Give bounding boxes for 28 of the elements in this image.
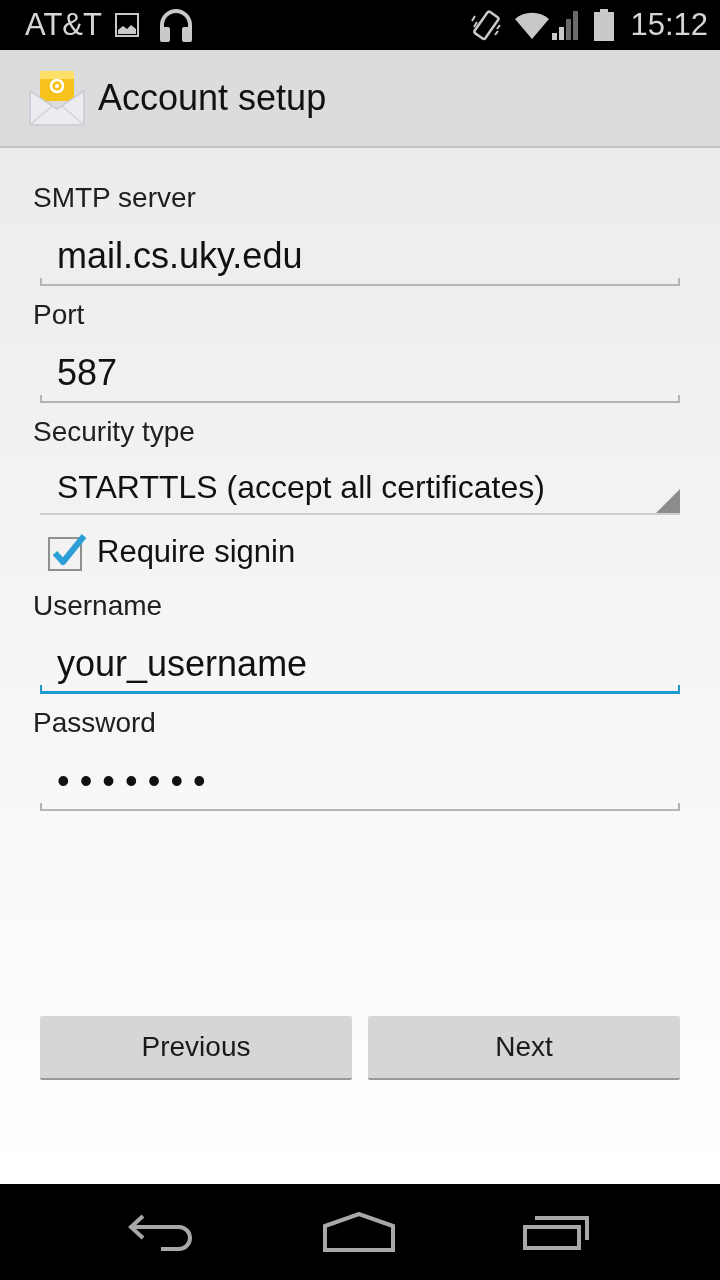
field-label: Security type [33,415,195,449]
wifi-icon [514,10,551,40]
clock-time: 15:12 [630,7,708,43]
signal-icon [552,10,581,40]
screen-title: Account setup [98,76,327,120]
next-button[interactable]: Next [368,1016,680,1080]
recent-apps-icon[interactable] [523,1214,591,1250]
image-icon [114,13,139,37]
text-field[interactable]: 587 [40,332,680,403]
field-label: Port [33,298,85,332]
battery-icon [594,9,615,41]
field-label: Username [33,589,163,623]
headphones-icon [157,8,194,42]
phone-vibrate-icon [470,7,503,43]
home-icon[interactable] [323,1212,395,1252]
text-field[interactable]: mail.cs.uky.edu [40,215,680,286]
carrier-name: AT&T [25,7,102,43]
checkbox[interactable] [46,531,88,573]
triangle-icon [656,489,680,513]
text-field[interactable]: your_username [40,623,680,694]
back-icon[interactable] [127,1213,193,1251]
previous-button[interactable]: Previous [40,1016,352,1080]
checkbox-label[interactable]: Require signin [97,533,296,571]
dropdown-field[interactable]: STARTTLS (accept all certificates) [40,449,680,515]
password-field[interactable]: ••••••• [40,740,680,811]
field-label: SMTP server [33,181,196,215]
envelope-icon [27,69,87,127]
field-label: Password [33,706,156,740]
